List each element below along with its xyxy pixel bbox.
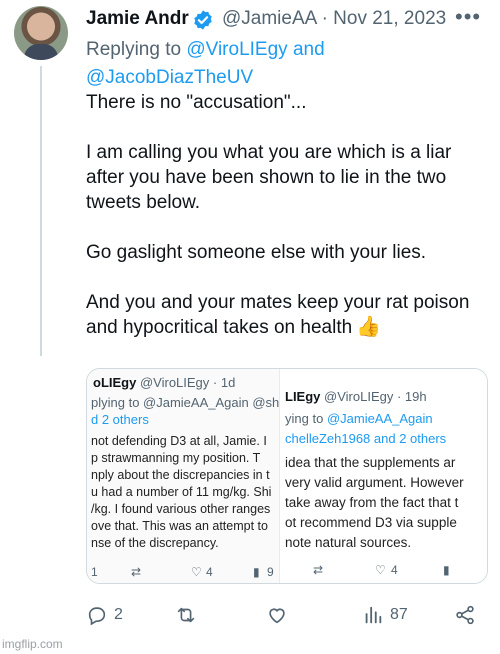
share-icon [456, 605, 474, 625]
reply-icon [88, 607, 106, 626]
embedded-right-retweet-icon: ⇄ [313, 563, 324, 577]
thread-line [40, 66, 42, 356]
author-name[interactable]: Jamie Andr [86, 8, 189, 30]
embedded-right-line: idea that the supplements ar [285, 455, 456, 470]
embedded-left-line: nply about the discrepancies in t [91, 468, 270, 482]
embedded-left-text: not defending D3 at all, Jamie. I p stra… [91, 433, 271, 552]
embedded-left-actions: 1 ⇄ ♡ 4 ▮ 9 [91, 565, 277, 579]
embedded-left-like-icon: ♡ [191, 565, 202, 579]
embedded-right-like-icon: ♡ [375, 563, 386, 577]
embedded-left-replying: plying to @JamieAA_Again @shiv [91, 395, 280, 410]
tweet-body: There is no "accusation"... I am calling… [86, 90, 486, 340]
embedded-right-replying: ying to @JamieAA_Again [285, 411, 433, 426]
replying-to-line: Replying to @ViroLIEgy and @JacobDiazThe… [86, 36, 486, 92]
embedded-right-line: very valid argument. However [285, 475, 464, 490]
embedded-right-like-count: 4 [391, 563, 398, 577]
embedded-screenshot-left: oLIEgy @ViroLIEgy · 1d plying to @JamieA… [87, 369, 280, 583]
handle-and-date[interactable]: @JamieAA · Nov 21, 2023 [222, 8, 446, 30]
embedded-left-line: nse of the discrepancy. [91, 536, 219, 550]
embedded-left-line: not defending D3 at all, Jamie. I [91, 434, 267, 448]
replying-prefix: Replying to [86, 39, 182, 60]
embedded-right-views-icon: ▮ [443, 563, 450, 577]
embedded-right-line: take away from the fact that t [285, 495, 459, 510]
embedded-screenshot-right: LIEgy @ViroLIEgy · 19h ying to @JamieAA_… [283, 369, 487, 583]
like-button[interactable] [266, 604, 288, 626]
thumbs-up-emoji-icon: 👍 [356, 316, 382, 338]
views-button[interactable]: 87 [362, 604, 408, 626]
tweet-action-bar: 2 87 [86, 604, 486, 636]
tweet-text: There is no "accusation"... I am calling… [86, 92, 470, 338]
embedded-right-text: idea that the supplements ar very valid … [285, 453, 464, 553]
tweet-date[interactable]: Nov 21, 2023 [333, 8, 446, 29]
reply-mention-jacobdiaz[interactable]: @JacobDiazTheUV [86, 67, 253, 88]
embedded-right-line: ot recommend D3 via supple [285, 515, 457, 530]
embedded-right-author: LIEgy @ViroLIEgy · 19h [285, 389, 427, 404]
author-handle[interactable]: @JamieAA [222, 8, 316, 29]
embedded-left-retweet-icon: ⇄ [131, 565, 142, 579]
embedded-right-line: note natural sources. [285, 535, 412, 550]
embedded-left-line: p strawmanning my position. T [91, 451, 261, 465]
embedded-left-line: ove that. This was an attempt to [91, 519, 268, 533]
embedded-left-author: oLIEgy @ViroLIEgy · 1d [93, 375, 236, 390]
reply-button[interactable]: 2 [86, 604, 123, 626]
heart-icon [269, 608, 285, 624]
embedded-left-line: /kg. I found various other ranges [91, 502, 271, 516]
reply-and[interactable]: and [293, 39, 325, 60]
embedded-left-like-count: 4 [206, 565, 213, 579]
watermark: imgflip.com [2, 637, 63, 651]
reply-count: 2 [114, 606, 123, 623]
author-avatar[interactable] [14, 6, 68, 60]
embedded-left-others: d 2 others [91, 412, 149, 427]
embedded-right-others: chelleZeh1968 and 2 others [285, 431, 447, 446]
share-button[interactable] [454, 604, 476, 626]
embedded-left-views-count: 9 [267, 565, 274, 579]
embedded-left-reply-count: 1 [91, 565, 98, 579]
embedded-right-actions: ⇄ ♡ 4 ▮ [313, 563, 450, 577]
retweet-icon [177, 607, 195, 623]
attached-image[interactable]: oLIEgy @ViroLIEgy · 1d plying to @JamieA… [86, 368, 488, 584]
views-icon [365, 606, 382, 624]
embedded-left-line: u had a number of 11 mg/kg. Shi [91, 485, 272, 499]
reply-mention-virolIEgy[interactable]: @ViroLIEgy [186, 39, 287, 60]
verified-badge-icon [194, 10, 212, 30]
views-count: 87 [390, 606, 408, 623]
meta-separator: · [321, 8, 328, 29]
more-options-icon[interactable]: ••• [455, 4, 481, 30]
retweet-button[interactable] [174, 604, 198, 626]
embedded-left-views-icon: ▮ [253, 565, 260, 579]
